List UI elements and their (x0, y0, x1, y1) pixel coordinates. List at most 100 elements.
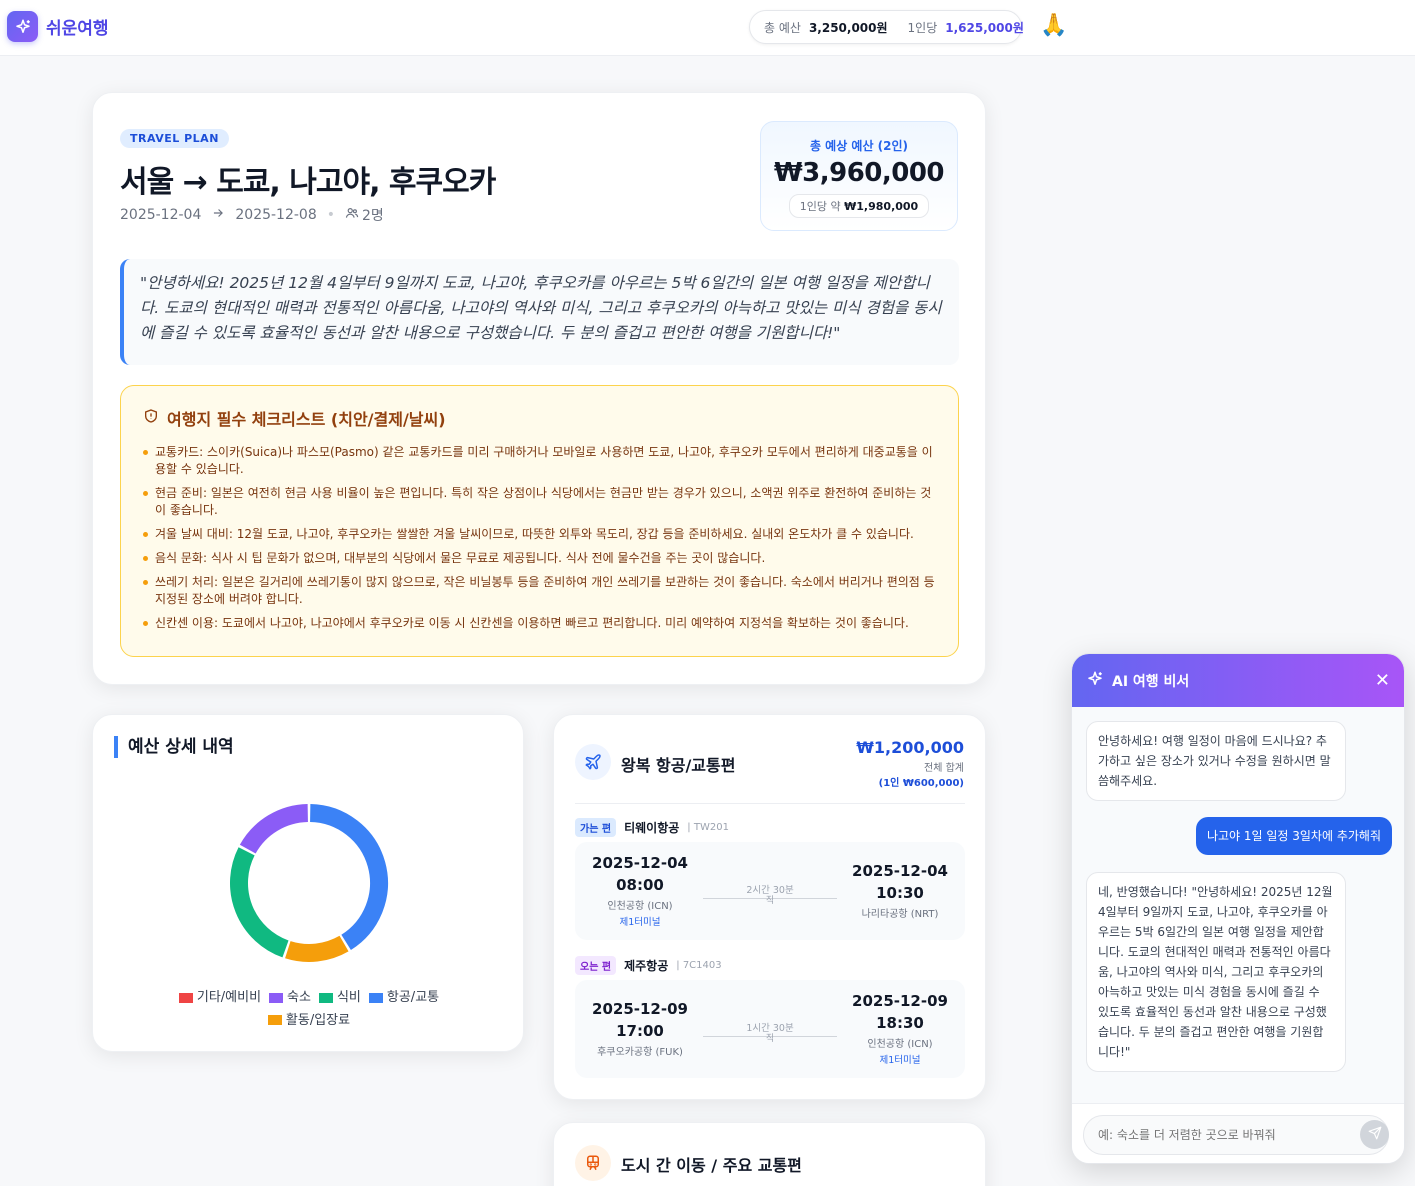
inbound-duration: 1시간 30분 직 (703, 1020, 837, 1044)
outbound-duration: 2시간 30분 직 (703, 882, 837, 906)
inbound-direct: 직 (765, 1034, 775, 1044)
checklist-item: 교통카드: 스이카(Suica)나 파스모(Pasmo) 같은 교통카드를 미리… (143, 444, 936, 478)
plan-summary-quote: "안녕하세요! 2025년 12월 4일부터 9일까지 도쿄, 나고야, 후쿠오… (120, 259, 959, 365)
per-person-value: 1,625,000원 (945, 20, 1024, 35)
inbound-badge: 오는 편 (575, 956, 617, 975)
legend-item[interactable]: 기타/예비비 (178, 987, 262, 1008)
legend-swatch (178, 992, 193, 1003)
inbound-departure: 2025-12-09 17:00 후쿠오카공항 (FUK) (575, 1000, 705, 1058)
outbound-arr-airport: 나리타공항 (NRT) (861, 909, 939, 920)
checklist-title-text: 여행지 필수 체크리스트 (치안/결제/날씨) (167, 410, 446, 429)
outbound-departure: 2025-12-04 08:00 인천공항 (ICN) 제1터미널 (575, 854, 705, 928)
dot-separator: • (326, 207, 336, 223)
travel-plan-tag: TRAVEL PLAN (120, 129, 229, 148)
checklist-title: 여행지 필수 체크리스트 (치안/결제/날씨) (143, 406, 936, 430)
inbound-arr-time: 18:30 (876, 1014, 924, 1032)
flight-card: 왕복 항공/교통편 ₩1,200,000 전체 합계 (1인 ₩600,000)… (553, 714, 986, 1100)
chat-messages[interactable]: 안녕하세요! 여행 일정이 마음에 드시나요? 추가하고 싶은 장소가 있거나 … (1072, 707, 1404, 1103)
donut-slice-1[interactable] (285, 935, 349, 962)
flight-price: ₩1,200,000 전체 합계 (1인 ₩600,000) (856, 738, 964, 789)
budget-section-title: 예산 상세 내역 (114, 736, 234, 758)
inbound-arr-airport: 인천공항 (ICN) (867, 1039, 933, 1050)
inbound-dep-airport: 후쿠오카공항 (FUK) (597, 1047, 683, 1058)
inbound-arr-terminal: 제1터미널 (879, 1055, 921, 1066)
users-icon (345, 206, 359, 224)
flight-total-label: 전체 합계 (924, 763, 964, 774)
inbound-arrival: 2025-12-09 18:30 인천공항 (ICN) 제1터미널 (835, 992, 965, 1066)
ai-message: 네, 반영했습니다! "안녕하세요! 2025년 12월 4일부터 9일까지 도… (1086, 872, 1346, 1072)
ai-assistant-chat: AI 여행 비서 ✕ 안녕하세요! 여행 일정이 마음에 드시나요? 추가하고 … (1071, 653, 1405, 1164)
inbound-dep-date: 2025-12-09 (592, 1000, 688, 1018)
outbound-dep-date: 2025-12-04 (592, 854, 688, 872)
donut-slice-0[interactable] (309, 804, 388, 950)
budget-breakdown-card: 예산 상세 내역 기타/예비비 숙소 식비 항공/교통활동/입장료 (92, 714, 524, 1052)
chat-header: AI 여행 비서 ✕ (1072, 654, 1404, 707)
app-name: 쉬운여행 (46, 19, 109, 39)
plan-meta: 2025-12-04 2025-12-08 • 2명 (120, 205, 384, 225)
checklist-item: 쓰레기 처리: 일본은 길거리에 쓰레기통이 많지 않으므로, 작은 비닐봉투 … (143, 574, 936, 608)
flight-per-person: (1인 ₩600,000) (878, 778, 964, 789)
donut-slice-3[interactable] (239, 804, 309, 854)
checklist-items: 교통카드: 스이카(Suica)나 파스모(Pasmo) 같은 교통카드를 미리… (143, 444, 936, 632)
checklist-item: 신칸센 이용: 도쿄에서 나고야, 나고야에서 후쿠오카로 이동 시 신칸센을 … (143, 615, 936, 632)
legend-item[interactable]: 식비 (318, 987, 361, 1008)
inbound-dep-time: 17:00 (616, 1022, 664, 1040)
legend-label: 항공/교통 (386, 990, 440, 1005)
total-budget-label: 총 예산 (764, 20, 801, 35)
divider (575, 803, 965, 804)
send-button[interactable] (1360, 1120, 1389, 1149)
outbound-direct: 직 (765, 896, 775, 906)
chat-message-input[interactable] (1083, 1115, 1389, 1155)
arrow-right-icon (211, 206, 225, 224)
outbound-dep-time: 08:00 (616, 876, 664, 894)
donut-slice-2[interactable] (230, 847, 289, 958)
legend-label: 기타/예비비 (196, 990, 262, 1005)
estimated-per-person-label: 1인당 약 (799, 200, 841, 213)
outbound-flight-code: | TW201 (687, 822, 729, 833)
sparkle-icon (1086, 670, 1104, 692)
intercity-transit-card: 도시 간 이동 / 주요 교통편 (553, 1122, 986, 1186)
people-count-text: 2명 (362, 208, 384, 224)
outbound-arrival: 2025-12-04 10:30 나리타공항 (NRT) (835, 862, 965, 920)
close-icon[interactable]: ✕ (1375, 670, 1390, 691)
outbound-header: 가는 편 티웨이항공 | TW201 (575, 818, 729, 837)
estimated-budget-value: ₩3,960,000 (773, 158, 945, 188)
legend-item[interactable]: 활동/입장료 (267, 1010, 351, 1031)
flight-section-title: 왕복 항공/교통편 (621, 756, 736, 775)
legend-label: 식비 (336, 990, 361, 1005)
app-logo[interactable]: 쉬운여행 (7, 11, 109, 42)
train-icon (575, 1145, 611, 1181)
people-count: 2명 (345, 205, 384, 225)
per-person-label: 1인당 (907, 20, 938, 35)
inbound-flight-code: | 7C1403 (676, 960, 722, 971)
legend-label: 활동/입장료 (285, 1012, 351, 1028)
travel-checklist: 여행지 필수 체크리스트 (치안/결제/날씨) 교통카드: 스이카(Suica)… (120, 385, 959, 657)
end-date: 2025-12-08 (235, 207, 317, 223)
outbound-flight-details: 2025-12-04 08:00 인천공항 (ICN) 제1터미널 2시간 30… (575, 842, 965, 940)
sparkle-icon (7, 11, 38, 42)
legend-label: 숙소 (287, 990, 311, 1005)
legend-swatch (269, 992, 284, 1003)
shield-alert-icon (143, 408, 159, 428)
legend-item[interactable]: 숙소 (269, 987, 311, 1008)
profile-pray-icon[interactable]: 🙏 (1040, 13, 1067, 38)
outbound-badge: 가는 편 (575, 818, 617, 837)
user-message: 나고야 1일 일정 3일차에 추가해줘 (1195, 817, 1392, 855)
budget-chart-legend: 기타/예비비 숙소 식비 항공/교통활동/입장료 (133, 987, 485, 1032)
inbound-airline: 제주항공 (624, 959, 669, 973)
checklist-item: 현금 준비: 일본은 여전히 현금 사용 비율이 높은 편입니다. 특히 작은 … (143, 485, 936, 519)
outbound-arr-date: 2025-12-04 (852, 862, 948, 880)
checklist-item: 겨울 날씨 대비: 12월 도쿄, 나고야, 후쿠오카는 쌀쌀한 겨울 날씨이므… (143, 526, 936, 543)
plan-title: 서울 → 도쿄, 나고야, 후쿠오카 (120, 165, 496, 200)
plane-icon (575, 744, 611, 780)
chat-title: AI 여행 비서 (1112, 673, 1190, 690)
legend-item[interactable]: 항공/교통 (368, 987, 440, 1008)
inbound-header: 오는 편 제주항공 | 7C1403 (575, 956, 722, 975)
outbound-airline: 티웨이항공 (624, 821, 680, 835)
flight-total-amount: ₩1,200,000 (856, 738, 964, 757)
travel-plan-card: TRAVEL PLAN 서울 → 도쿄, 나고야, 후쿠오카 2025-12-0… (92, 92, 986, 685)
legend-swatch (368, 992, 383, 1003)
budget-donut-chart (230, 804, 388, 962)
legend-swatch (318, 992, 333, 1003)
estimated-budget-label: 총 예상 예산 (2인) (809, 139, 909, 153)
